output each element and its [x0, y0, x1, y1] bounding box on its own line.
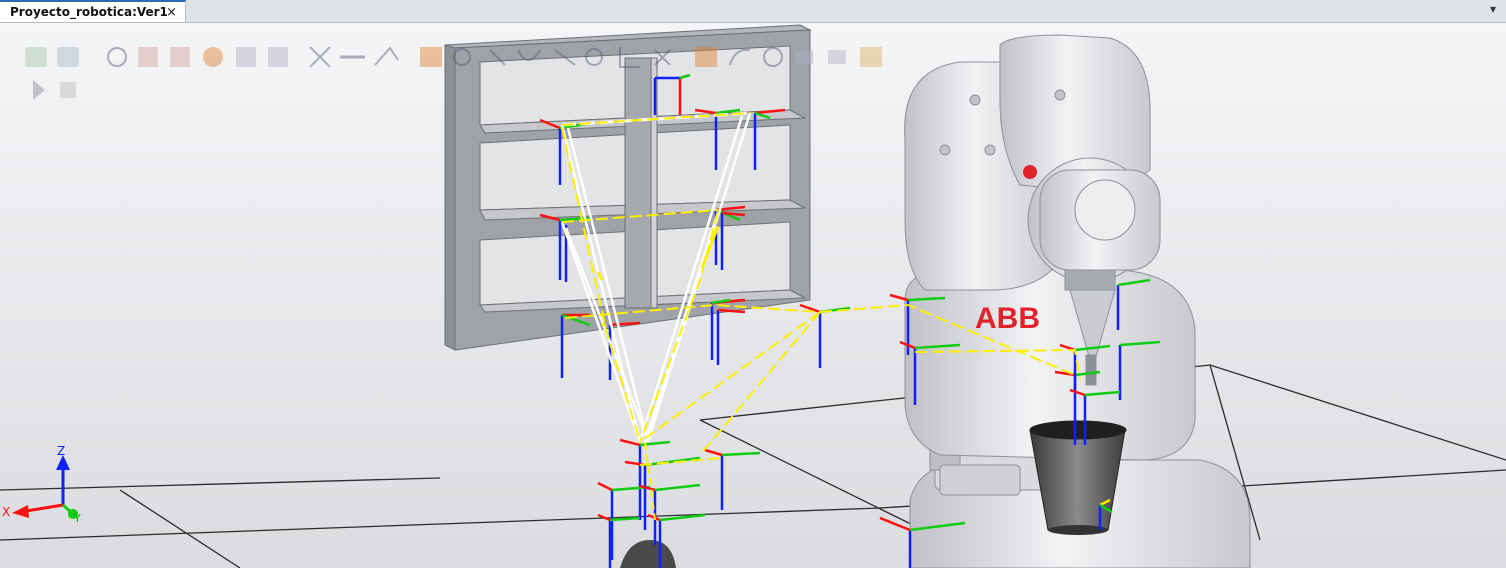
play-icon[interactable]: [33, 80, 45, 100]
shelf: [444, 24, 812, 351]
stop-icon[interactable]: [60, 82, 76, 98]
axis-x-label: X: [2, 505, 10, 519]
select-path-icon[interactable]: [695, 47, 717, 67]
measure-angle-icon[interactable]: [374, 46, 399, 66]
snap-end-icon[interactable]: [203, 47, 223, 67]
snap-grid-icon[interactable]: [268, 47, 288, 67]
chevron-down-icon[interactable]: ▾: [1490, 2, 1496, 16]
snap-frame-icon[interactable]: [309, 46, 331, 68]
snap-edge-icon[interactable]: [170, 47, 190, 67]
measure-diameter-icon[interactable]: [420, 47, 442, 67]
jog-reorient-icon[interactable]: [828, 50, 846, 64]
floor-grid: [0, 364, 1506, 568]
snap-mid-icon[interactable]: [236, 47, 256, 67]
close-icon[interactable]: ×: [166, 5, 177, 20]
view-solid-icon[interactable]: [25, 47, 47, 67]
snap-center-icon[interactable]: [138, 47, 158, 67]
document-tab[interactable]: Proyecto_robotica:Ver1 ×: [0, 0, 186, 22]
jog-linear-icon[interactable]: [795, 50, 813, 64]
robot-brand-logo: ABB: [975, 302, 1040, 335]
view-box-icon[interactable]: [57, 47, 79, 67]
document-tab-bar: Proyecto_robotica:Ver1 × ▾: [0, 0, 1506, 23]
document-tab-title: Proyecto_robotica:Ver1: [10, 5, 168, 19]
3d-viewport[interactable]: ABB Z X Y: [0, 23, 1506, 568]
snap-object-icon[interactable]: [107, 47, 127, 67]
multirobot-jog-icon[interactable]: [860, 47, 882, 67]
axis-z-label: Z: [57, 444, 65, 458]
axis-y-label: Y: [73, 512, 81, 525]
axis-triad: Z X Y: [2, 444, 81, 525]
bottom-object: [620, 540, 676, 568]
